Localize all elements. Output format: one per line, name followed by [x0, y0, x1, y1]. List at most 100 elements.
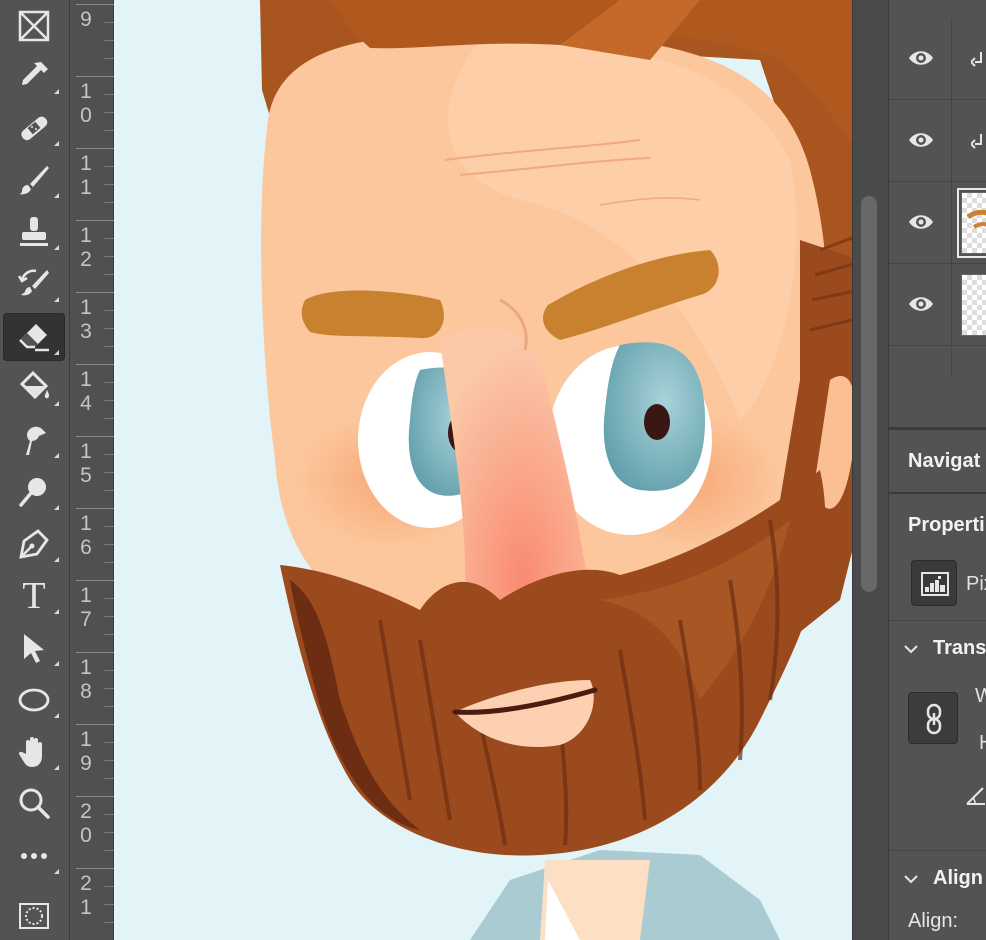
eye-icon[interactable]: [907, 292, 935, 316]
ruler-minor-tick: [104, 562, 114, 563]
ruler-minor-tick: [104, 670, 114, 671]
ruler-minor-tick: [104, 778, 114, 779]
zoom-icon: [19, 788, 50, 819]
ellipse-tool[interactable]: [3, 676, 65, 724]
ruler-number: 6: [80, 536, 92, 559]
ruler-number: 1: [80, 152, 92, 175]
ruler-tick: [76, 292, 114, 293]
paint-bucket-tool[interactable]: [3, 364, 65, 412]
ruler-number: 9: [80, 752, 92, 775]
ruler-number: 1: [80, 896, 92, 919]
ruler-minor-tick: [104, 22, 114, 23]
transform-section-header[interactable]: Trans: [889, 620, 986, 676]
ruler-minor-tick: [104, 904, 114, 905]
layer-row[interactable]: [889, 100, 986, 182]
ruler-minor-tick: [104, 238, 114, 239]
layers-empty-area: [889, 348, 986, 428]
eyedropper-tool[interactable]: [3, 52, 65, 100]
ruler-minor-tick: [104, 382, 114, 383]
clone-stamp-tool[interactable]: [3, 208, 65, 256]
ruler-minor-tick: [104, 202, 114, 203]
dodge-tool[interactable]: [3, 468, 65, 516]
hand-tool[interactable]: [3, 728, 65, 776]
ruler-number: 9: [80, 8, 92, 31]
ruler-tick: [76, 76, 114, 77]
properties-layer-type: Pix: [966, 573, 986, 595]
paint-bucket-icon: [19, 370, 50, 400]
ruler-minor-tick: [104, 418, 114, 419]
scrollbar-thumb[interactable]: [861, 196, 877, 592]
ruler-number: 1: [80, 296, 92, 319]
ruler-minor-tick: [104, 526, 114, 527]
clipping-mask-icon: [971, 134, 982, 149]
eye-icon[interactable]: [907, 210, 935, 234]
smudge-tool[interactable]: [3, 416, 65, 464]
stamp-icon: [20, 217, 48, 246]
arrow-icon: [24, 634, 44, 663]
frame-tool[interactable]: [3, 2, 65, 50]
ruler-number: 8: [80, 680, 92, 703]
type-tool[interactable]: T: [3, 572, 65, 620]
vertical-ruler: 9101112131415161718192021: [70, 0, 114, 940]
properties-panel-header[interactable]: Properti: [889, 492, 986, 554]
pen-icon: [19, 529, 49, 559]
ruler-number: 7: [80, 608, 92, 631]
quick-mask[interactable]: [3, 892, 65, 940]
ruler-tick: [76, 148, 114, 149]
vertical-scrollbar[interactable]: [852, 0, 888, 940]
ruler-minor-tick: [104, 688, 114, 689]
eraser-icon: [19, 324, 49, 352]
ruler-number: 1: [80, 80, 92, 103]
eyebrow-thumbnail-icon: [966, 209, 986, 229]
ruler-minor-tick: [104, 472, 114, 473]
layer-row[interactable]: [889, 182, 986, 264]
ruler-number: 2: [80, 248, 92, 271]
align-title: Align: [933, 867, 983, 889]
artwork: [114, 0, 852, 940]
history-brush-tool[interactable]: [3, 260, 65, 308]
document-canvas[interactable]: [114, 0, 852, 940]
link-dimensions-button[interactable]: [908, 692, 958, 744]
properties-title: Properti: [908, 514, 985, 536]
ruler-tick: [76, 796, 114, 797]
ruler-number: 1: [80, 440, 92, 463]
ruler-number: 1: [80, 176, 92, 199]
pixel-layer-icon: [911, 560, 957, 606]
ruler-minor-tick: [104, 886, 114, 887]
ruler-tick: [76, 4, 114, 5]
ruler-tick: [76, 652, 114, 653]
ruler-minor-tick: [104, 94, 114, 95]
ruler-number: 2: [80, 800, 92, 823]
ruler-minor-tick: [104, 598, 114, 599]
ruler-minor-tick: [104, 634, 114, 635]
eye-icon[interactable]: [907, 46, 935, 70]
layer-thumbnail[interactable]: [957, 188, 986, 258]
more-tools[interactable]: [3, 832, 65, 880]
smudge-icon: [26, 426, 46, 455]
layer-row[interactable]: [889, 18, 986, 100]
ruler-number: 1: [80, 512, 92, 535]
eraser-tool[interactable]: [3, 313, 65, 361]
ruler-minor-tick: [104, 832, 114, 833]
align-section-header[interactable]: Align: [889, 850, 986, 906]
ruler-minor-tick: [104, 814, 114, 815]
height-label: H: [979, 732, 986, 755]
ruler-tick: [76, 580, 114, 581]
brush-tool[interactable]: [3, 156, 65, 204]
ruler-minor-tick: [104, 274, 114, 275]
eye-icon[interactable]: [907, 128, 935, 152]
pen-tool[interactable]: [3, 520, 65, 568]
ruler-number: 3: [80, 320, 92, 343]
align-label: Align:: [908, 910, 959, 932]
navigator-panel-header[interactable]: Navigat: [889, 428, 986, 490]
zoom-tool[interactable]: [3, 780, 65, 828]
layer-thumbnail[interactable]: [961, 274, 986, 336]
healing-brush-tool[interactable]: [3, 104, 65, 152]
ruler-number: 1: [80, 728, 92, 751]
ruler-minor-tick: [104, 850, 114, 851]
ruler-minor-tick: [104, 616, 114, 617]
layer-row[interactable]: [889, 264, 986, 346]
ruler-minor-tick: [104, 454, 114, 455]
ruler-minor-tick: [104, 742, 114, 743]
path-selection-tool[interactable]: [3, 624, 65, 672]
